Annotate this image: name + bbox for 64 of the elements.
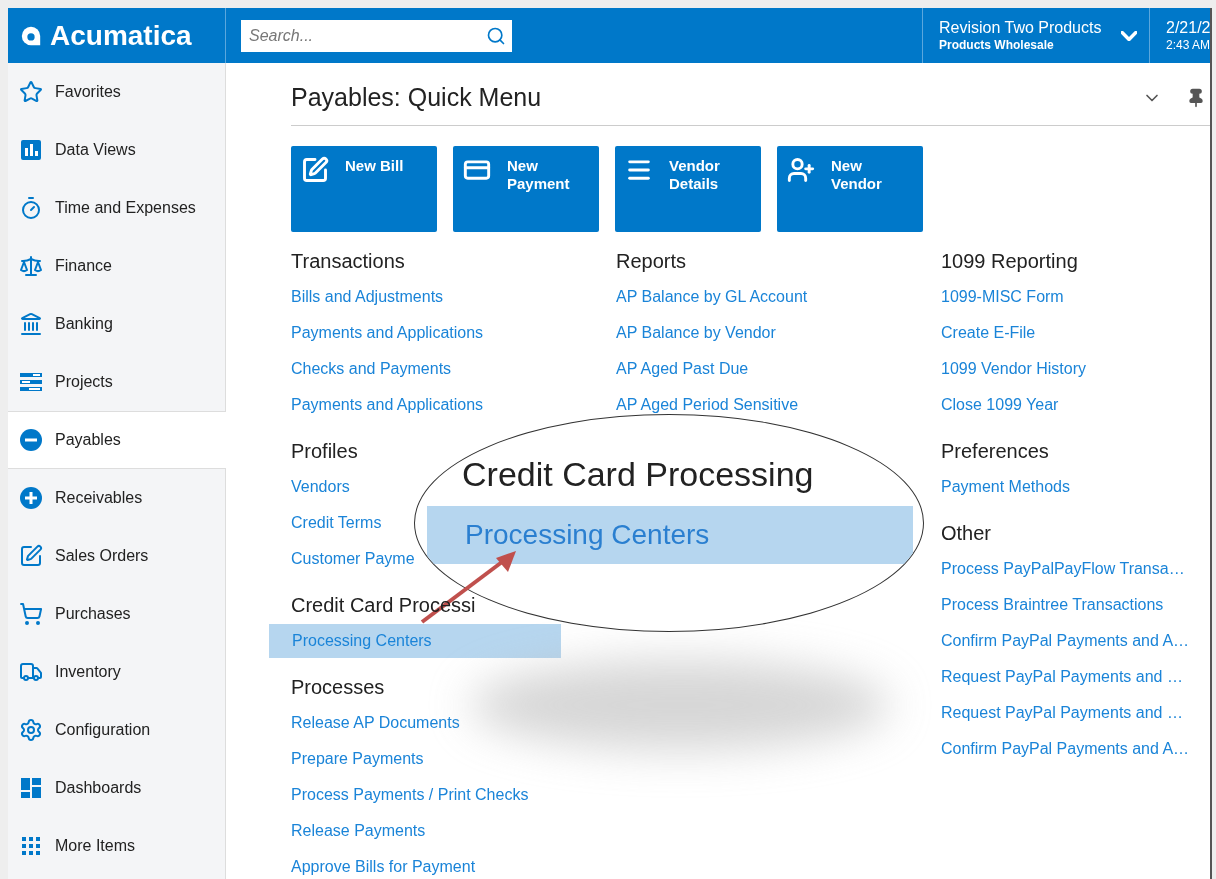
quick-action-tile[interactable]: New Vendor bbox=[777, 145, 923, 232]
section-heading: Other bbox=[941, 520, 992, 546]
menu-link[interactable]: Close 1099 Year bbox=[941, 392, 1059, 417]
quick-action-tile[interactable]: Vendor Details bbox=[615, 145, 761, 232]
sidebar-item[interactable]: Time and Expenses bbox=[8, 179, 225, 237]
sidebar-item[interactable]: Banking bbox=[8, 295, 225, 353]
menu-link[interactable]: Approve Bills for Payment bbox=[291, 854, 476, 879]
menu-link[interactable]: Processing Centers bbox=[269, 623, 561, 658]
quick-action-tile[interactable]: New Payment bbox=[453, 145, 599, 232]
date-text: 2/21/2 bbox=[1166, 18, 1210, 38]
menu-link[interactable]: Release AP Documents bbox=[291, 710, 460, 735]
section-heading: Transactions bbox=[291, 248, 405, 274]
sidebar-item[interactable]: Data Views bbox=[8, 121, 225, 179]
section-heading: Reports bbox=[616, 248, 687, 274]
logo-text: Acumatica bbox=[50, 21, 192, 50]
sidebar-item[interactable]: Projects bbox=[8, 353, 225, 411]
menu-link[interactable]: AP Aged Period Sensitive bbox=[616, 392, 799, 417]
magnified-heading: Credit Card Processing bbox=[462, 455, 814, 493]
company-name: Revision Two Products bbox=[939, 18, 1103, 38]
search-field[interactable]: Search... bbox=[241, 19, 512, 52]
menu-link[interactable]: AP Balance by Vendor bbox=[616, 320, 776, 345]
section-heading: 1099 Reporting bbox=[941, 248, 1078, 274]
sidebar-item[interactable]: Receivables bbox=[8, 469, 225, 527]
menu-link[interactable]: Confirm PayPal Payments and A… bbox=[941, 736, 1190, 761]
sidebar-item[interactable]: Sales Orders bbox=[8, 527, 225, 585]
sidebar-item[interactable]: Inventory bbox=[8, 643, 225, 701]
sidebar-item[interactable]: Dashboards bbox=[8, 759, 225, 817]
menu-link[interactable]: Customer Payme bbox=[291, 546, 415, 571]
menu-link[interactable]: Payment Methods bbox=[941, 474, 1070, 499]
menu-link[interactable]: Process Payments / Print Checks bbox=[291, 782, 529, 807]
menu-link[interactable]: Payments and Applications bbox=[291, 320, 484, 345]
menu-link[interactable]: Vendors bbox=[291, 474, 350, 499]
menu-link[interactable]: Confirm PayPal Payments and A… bbox=[941, 628, 1190, 653]
menu-link[interactable]: Process Braintree Transactions bbox=[941, 592, 1164, 617]
menu-link[interactable]: Request PayPal Payments and … bbox=[941, 664, 1183, 689]
menu-link[interactable]: AP Balance by GL Account bbox=[616, 284, 808, 309]
section-heading: Preferences bbox=[941, 438, 1049, 464]
menu-link[interactable]: 1099 Vendor History bbox=[941, 356, 1086, 381]
menu-link[interactable]: Bills and Adjustments bbox=[291, 284, 444, 309]
sidebar-item[interactable]: Payables bbox=[8, 411, 226, 469]
page-title: Payables: Quick Menu bbox=[291, 82, 543, 113]
branch-name: Products Wholesale bbox=[939, 38, 1055, 53]
company-selector[interactable]: Revision Two Products Products Wholesale bbox=[922, 8, 1150, 63]
menu-link[interactable]: Process PayPalPayFlow Transa… bbox=[941, 556, 1185, 581]
sidebar-item[interactable]: Favorites bbox=[8, 63, 225, 121]
menu-link[interactable]: AP Aged Past Due bbox=[616, 356, 749, 381]
menu-link[interactable]: Credit Terms bbox=[291, 510, 382, 535]
quick-action-tile[interactable]: New Bill bbox=[291, 145, 437, 232]
menu-link[interactable]: Checks and Payments bbox=[291, 356, 452, 381]
menu-link[interactable]: Prepare Payments bbox=[291, 746, 424, 771]
section-heading: Profiles bbox=[291, 438, 358, 464]
date-time[interactable]: 2/21/2 2:43 AM bbox=[1150, 8, 1210, 63]
menu-link[interactable]: Request PayPal Payments and … bbox=[941, 700, 1183, 725]
sidebar-item[interactable]: Finance bbox=[8, 237, 225, 295]
sidebar-item[interactable]: More Items bbox=[8, 817, 225, 875]
menu-link[interactable]: Payments and Applications bbox=[291, 392, 484, 417]
magnified-link[interactable]: Processing Centers bbox=[427, 506, 913, 564]
menu-link[interactable]: Release Payments bbox=[291, 818, 426, 843]
section-heading: Processes bbox=[291, 674, 385, 700]
sidebar-item[interactable]: Configuration bbox=[8, 701, 225, 759]
time-text: 2:43 AM bbox=[1166, 38, 1210, 53]
menu-link[interactable]: Create E-File bbox=[941, 320, 1036, 345]
menu-link[interactable]: 1099-MISC Form bbox=[941, 284, 1064, 309]
sidebar-item[interactable]: Purchases bbox=[8, 585, 225, 643]
